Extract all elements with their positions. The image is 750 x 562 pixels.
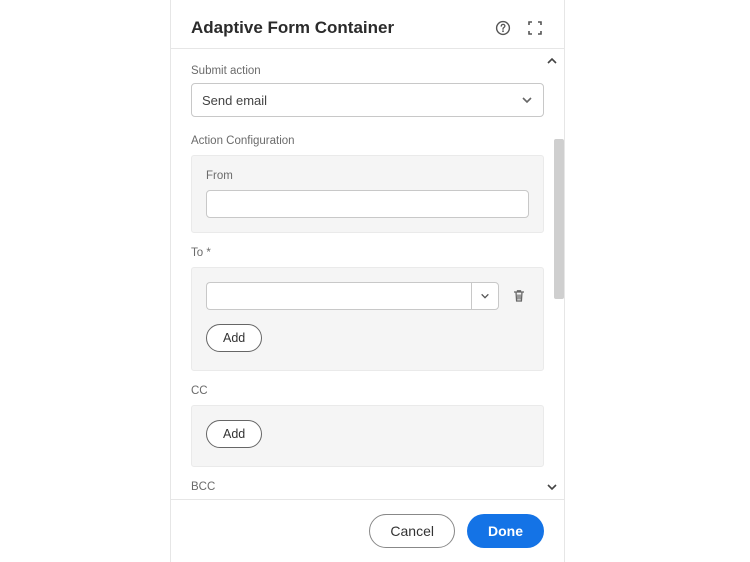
- to-label: To *: [191, 247, 544, 259]
- to-group: Add: [191, 267, 544, 371]
- to-add-button[interactable]: Add: [206, 324, 262, 352]
- submit-action-value: Send email: [202, 93, 267, 108]
- fullscreen-icon[interactable]: [526, 19, 544, 37]
- cc-label: CC: [191, 385, 544, 397]
- cc-group: Add: [191, 405, 544, 467]
- cc-add-button[interactable]: Add: [206, 420, 262, 448]
- trash-icon[interactable]: [509, 286, 529, 306]
- dialog-header: Adaptive Form Container: [171, 0, 564, 49]
- to-dropdown-button[interactable]: [471, 282, 499, 310]
- to-combo: [206, 282, 499, 310]
- dialog-body: Submit action Send email Action Configur…: [171, 49, 564, 499]
- submit-action-select[interactable]: Send email: [191, 83, 544, 117]
- to-input[interactable]: [206, 282, 471, 310]
- submit-action-label: Submit action: [191, 65, 544, 77]
- action-config-label: Action Configuration: [191, 135, 544, 147]
- done-button[interactable]: Done: [467, 514, 544, 548]
- from-group: From: [191, 155, 544, 233]
- chevron-down-icon: [521, 94, 533, 106]
- from-input[interactable]: [206, 190, 529, 218]
- to-row: [206, 282, 529, 310]
- header-icons: [494, 19, 544, 37]
- dialog: Adaptive Form Container Submit action Se…: [170, 0, 565, 562]
- scroll-area: Submit action Send email Action Configur…: [171, 49, 564, 499]
- help-icon[interactable]: [494, 19, 512, 37]
- dialog-footer: Cancel Done: [171, 499, 564, 562]
- from-label: From: [206, 170, 529, 182]
- dialog-title: Adaptive Form Container: [191, 18, 494, 38]
- cancel-button[interactable]: Cancel: [369, 514, 455, 548]
- bcc-label: BCC: [191, 481, 544, 493]
